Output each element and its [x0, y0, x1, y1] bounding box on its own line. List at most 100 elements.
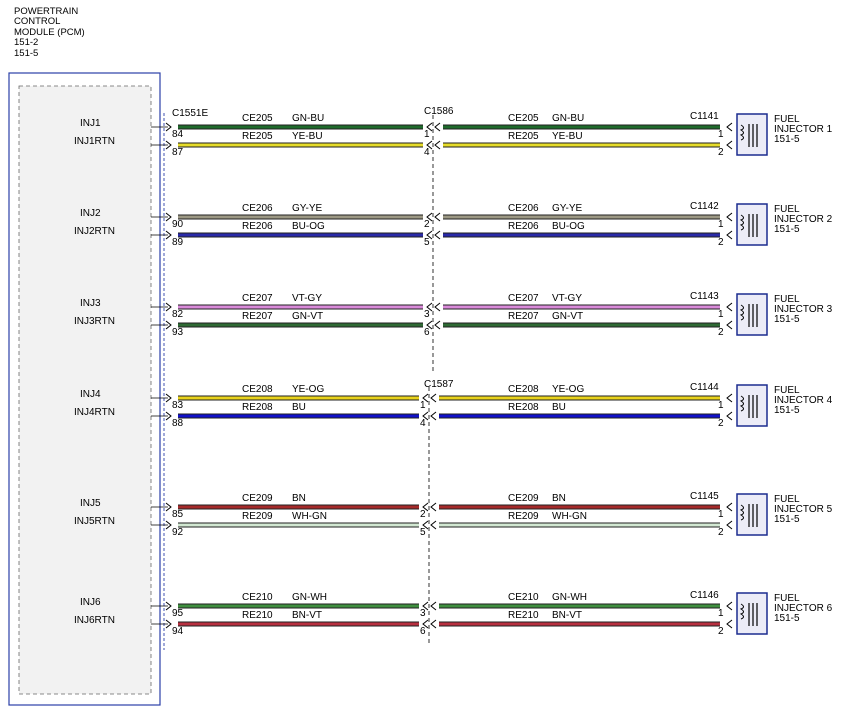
circuit-id-label: CE210 [242, 592, 273, 603]
wire-color-label: BN-VT [292, 610, 322, 621]
pcm-pin-label: INJ5 [80, 498, 101, 509]
connector-label-c1587: C1587 [424, 379, 454, 390]
inline-arrow [434, 212, 441, 222]
circuit-id-label: RE210 [242, 610, 273, 621]
circuit-id-label: CE205 [508, 113, 539, 124]
injector-pin-number: 1 [718, 608, 724, 619]
circuit-id-label: CE207 [508, 293, 539, 304]
inline-pin-number: 4 [420, 418, 426, 429]
circuit-id-label: CE206 [242, 203, 273, 214]
injector-pin-number: 2 [718, 237, 724, 248]
injector-pin-number: 2 [718, 147, 724, 158]
wire-color-label: BU-OG [552, 221, 585, 232]
pcm-pin-number: 90 [172, 219, 184, 230]
circuit-id-label: RE207 [508, 311, 539, 322]
pcm-pin-number: 92 [172, 527, 184, 538]
inline-arrow [434, 320, 441, 330]
wire-color-label: VT-GY [552, 293, 582, 304]
inline-arrow [434, 230, 441, 240]
injector-name-line: 151-5 [774, 405, 800, 416]
wire-color-label: BN [552, 493, 566, 504]
circuit-id-label: RE205 [508, 131, 539, 142]
connector-label-c1586: C1586 [424, 106, 454, 117]
wire-color-label: BN [292, 493, 306, 504]
injector-connector-label: C1146 [690, 590, 719, 601]
inline-arrow [434, 140, 441, 150]
injector-name-line: 151-5 [774, 613, 800, 624]
injector-connector-label: C1143 [690, 291, 719, 302]
pcm-rtn-label: INJ3RTN [74, 316, 115, 327]
injector-name-line: 151-5 [774, 224, 800, 235]
circuit-id-label: CE205 [242, 113, 273, 124]
wire-color-label: GN-BU [552, 113, 584, 124]
pcm-pin-number: 82 [172, 309, 184, 320]
pcm-pin-number: 88 [172, 418, 184, 429]
injector-name-line: 151-5 [774, 514, 800, 525]
pcm-pin-number: 89 [172, 237, 184, 248]
wire-color-label: GN-WH [292, 592, 327, 603]
wire-color-label: YE-OG [292, 384, 324, 395]
injector-pin-number: 2 [718, 527, 724, 538]
circuit-id-label: RE206 [242, 221, 273, 232]
wire-color-label: BU-OG [292, 221, 325, 232]
circuit-id-label: RE209 [508, 511, 539, 522]
circuit-id-label: RE206 [508, 221, 539, 232]
inline-pin-number: 5 [420, 527, 426, 538]
inline-pin-number: 6 [420, 626, 426, 637]
circuit-id-label: CE209 [242, 493, 273, 504]
pcm-pin-label: INJ4 [80, 389, 101, 400]
injector-arrow [726, 320, 733, 330]
wire-color-label: VT-GY [292, 293, 322, 304]
circuit-id-label: RE208 [242, 402, 273, 413]
wire-color-label: YE-OG [552, 384, 584, 395]
injector-connector-label: C1145 [690, 491, 719, 502]
inline-pin-number: 3 [424, 309, 430, 320]
injector-pin-number: 2 [718, 327, 724, 338]
injector-arrow [726, 140, 733, 150]
pcm-pin-number: 85 [172, 509, 184, 520]
wire-color-label: BU [292, 402, 306, 413]
injector-arrow [726, 393, 733, 403]
wire-color-label: GY-YE [292, 203, 323, 214]
inline-arrow [430, 619, 437, 629]
wire-color-label: YE-BU [292, 131, 323, 142]
pcm-pin-number: 83 [172, 400, 184, 411]
pcm-pin-number: 93 [172, 327, 184, 338]
inline-arrow [430, 502, 437, 512]
injector-arrow [726, 230, 733, 240]
pcm-rtn-label: INJ6RTN [74, 615, 115, 626]
circuit-id-label: CE209 [508, 493, 539, 504]
inline-arrow [430, 520, 437, 530]
circuit-id-label: RE205 [242, 131, 273, 142]
wire-color-label: GN-VT [552, 311, 583, 322]
circuit-id-label: RE208 [508, 402, 539, 413]
injector-arrow [726, 601, 733, 611]
inline-arrow [430, 393, 437, 403]
inline-pin-number: 2 [420, 509, 426, 520]
injector-name-line: 151-5 [774, 314, 800, 325]
inline-pin-number: 4 [424, 147, 430, 158]
circuit-id-label: RE207 [242, 311, 273, 322]
injector-pin-number: 1 [718, 309, 724, 320]
pcm-pin-number: 94 [172, 626, 184, 637]
circuit-id-label: RE209 [242, 511, 273, 522]
pcm-rtn-label: INJ4RTN [74, 407, 115, 418]
injector-arrow [726, 619, 733, 629]
inline-pin-number: 3 [420, 608, 426, 619]
inline-pin-number: 2 [424, 219, 430, 230]
wire-color-label: WH-GN [552, 511, 587, 522]
pcm-pin-label: INJ1 [80, 118, 101, 129]
wire-color-label: YE-BU [552, 131, 583, 142]
circuit-id-label: CE208 [508, 384, 539, 395]
wire-color-label: BN-VT [552, 610, 582, 621]
injector-pin-number: 1 [718, 400, 724, 411]
inline-pin-number: 1 [420, 400, 426, 411]
injector-name-line: 151-5 [774, 134, 800, 145]
injector-pin-number: 1 [718, 509, 724, 520]
pcm-pin-number: 95 [172, 608, 184, 619]
inline-arrow [434, 302, 441, 312]
injector-arrow [726, 502, 733, 512]
wiring-diagram: C1551E C1586 C1587 INJ1 INJ1RTN 84 87 1 4 1 2 CE… [8, 72, 833, 706]
circuit-id-label: CE207 [242, 293, 273, 304]
injector-arrow [726, 212, 733, 222]
